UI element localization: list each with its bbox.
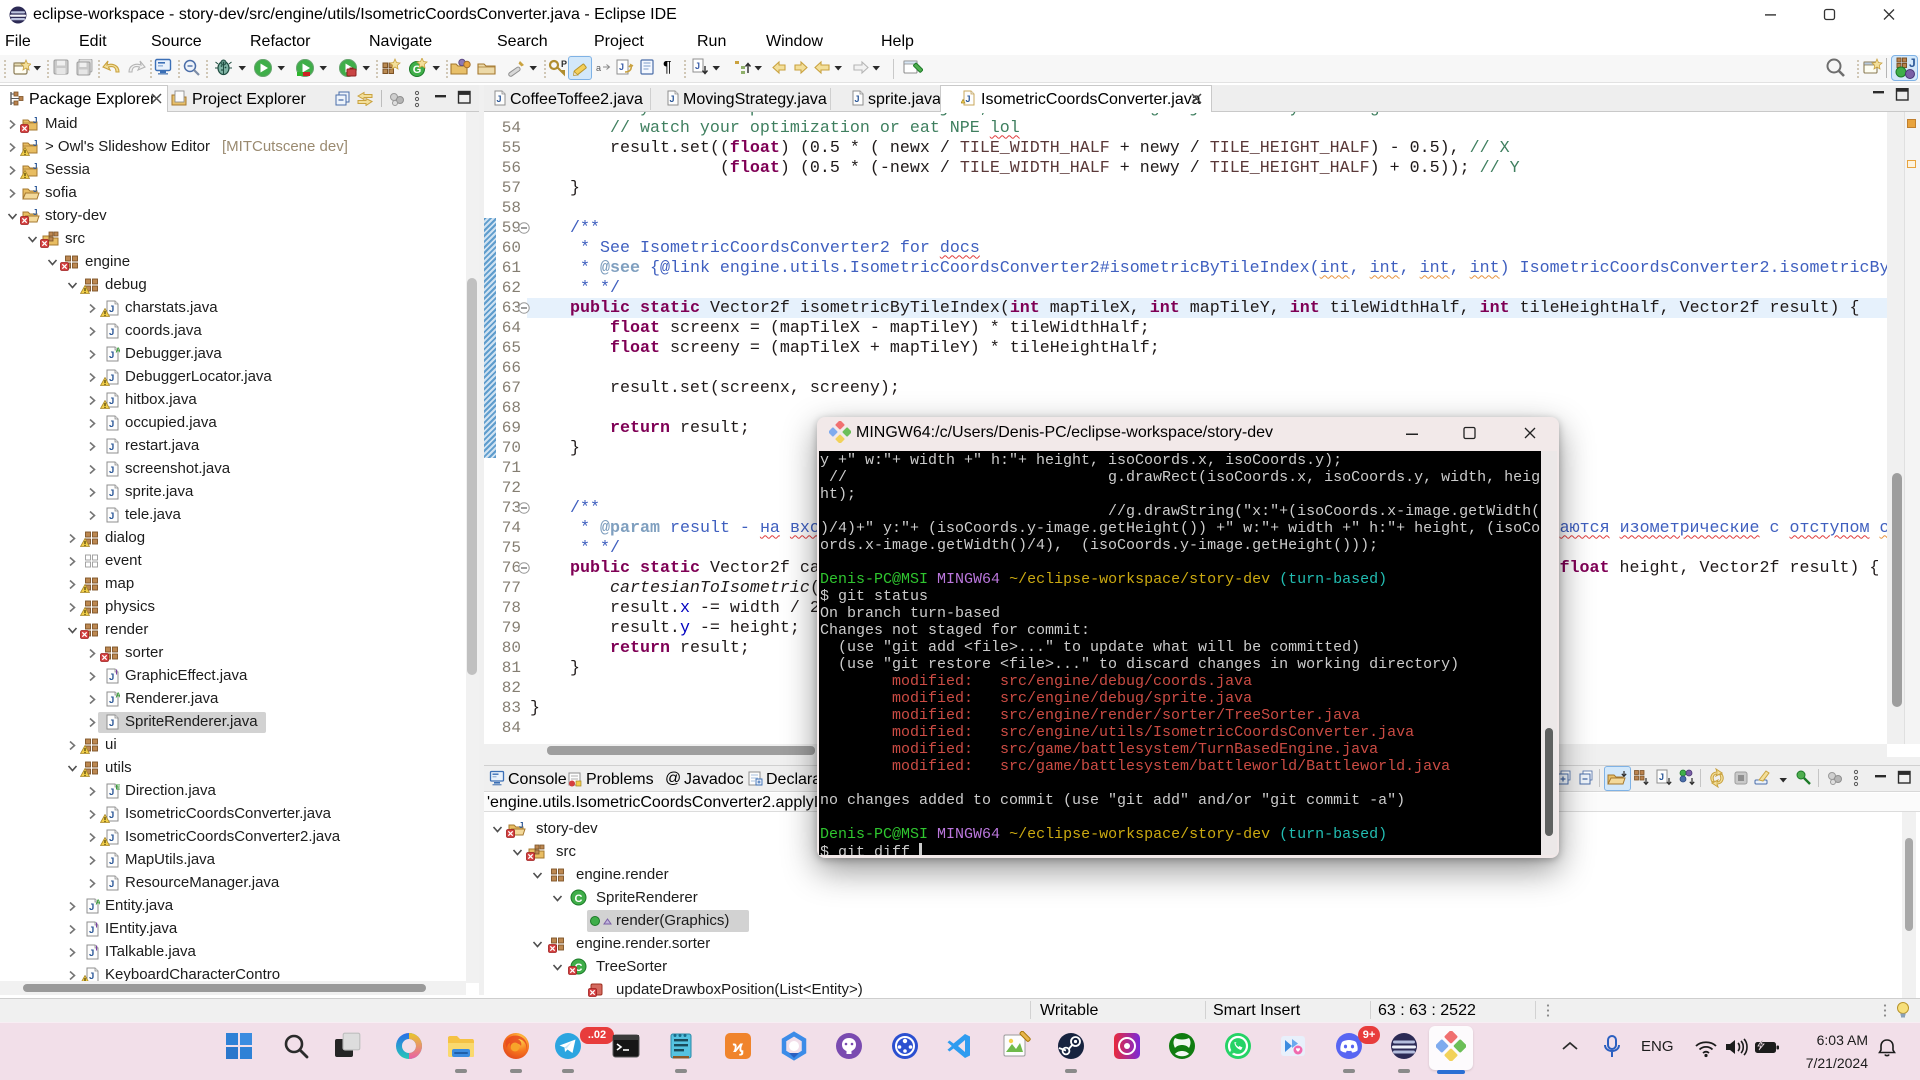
svg-text:I: I xyxy=(116,668,118,677)
svg-text:A: A xyxy=(116,691,121,700)
svg-text:J: J xyxy=(109,419,114,430)
svg-text:J: J xyxy=(109,465,114,476)
svg-text:J: J xyxy=(109,350,114,361)
svg-text:a: a xyxy=(596,63,601,73)
svg-text:E: E xyxy=(116,783,121,792)
svg-text:J: J xyxy=(89,925,94,936)
svg-text:I: I xyxy=(96,944,98,953)
svg-text:A: A xyxy=(96,898,101,907)
svg-text:J: J xyxy=(89,902,94,913)
svg-text:J: J xyxy=(109,718,114,729)
svg-text:J: J xyxy=(695,61,700,71)
svg-text:J: J xyxy=(670,94,675,104)
svg-text:J: J xyxy=(109,672,114,683)
svg-text:J: J xyxy=(1909,57,1916,70)
svg-text:C: C xyxy=(575,893,583,905)
svg-text:J: J xyxy=(1659,772,1664,782)
svg-text:P: P xyxy=(561,59,567,69)
svg-text:J: J xyxy=(33,208,37,217)
svg-text:J: J xyxy=(89,948,94,959)
svg-text:J: J xyxy=(109,856,114,867)
svg-text:J: J xyxy=(109,442,114,453)
svg-text:J: J xyxy=(33,162,37,171)
svg-text:ϗ: ϗ xyxy=(733,1039,744,1056)
svg-text:J: J xyxy=(109,488,114,499)
svg-text:J: J xyxy=(33,116,37,125)
svg-text:J: J xyxy=(109,787,114,798)
svg-text:J: J xyxy=(855,94,860,104)
svg-text:J: J xyxy=(109,879,114,890)
svg-text:J: J xyxy=(966,94,971,104)
svg-text:J: J xyxy=(109,511,114,522)
svg-text:J: J xyxy=(109,695,114,706)
svg-text:J: J xyxy=(497,94,502,104)
svg-text:J: J xyxy=(619,62,624,72)
svg-text:J: J xyxy=(109,327,114,338)
svg-text:A: A xyxy=(116,346,121,355)
svg-text:J: J xyxy=(33,139,37,148)
svg-text:I: I xyxy=(96,921,98,930)
svg-text:J: J xyxy=(519,821,523,830)
svg-text:J: J xyxy=(33,185,37,194)
